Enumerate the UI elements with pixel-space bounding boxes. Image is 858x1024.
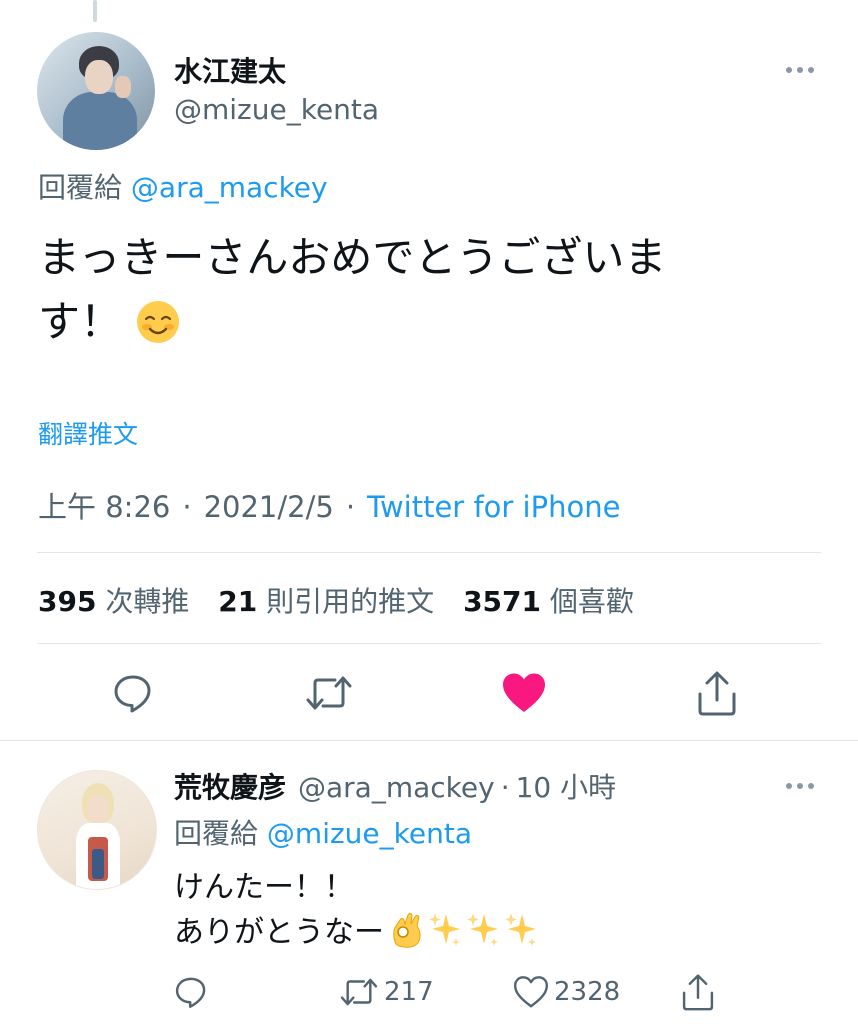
meta-separator: · bbox=[182, 490, 192, 524]
retweet-icon bbox=[340, 978, 378, 1006]
reply-action-bar: 217 2328 bbox=[0, 970, 858, 1014]
likes-stat[interactable]: 3571 個喜歡 bbox=[463, 585, 634, 618]
reply-body: けんたー！！ ありがとうなー bbox=[174, 866, 538, 955]
retweets-stat[interactable]: 395 次轉推 bbox=[38, 585, 189, 618]
tweet-date: 2021/2/5 bbox=[203, 490, 334, 524]
more-dots-icon bbox=[786, 67, 814, 73]
reply-like-button[interactable]: 2328 bbox=[512, 970, 620, 1014]
more-options-button[interactable] bbox=[782, 52, 818, 88]
heart-filled-icon bbox=[503, 673, 545, 712]
tweet-time: 上午 8:26 bbox=[38, 490, 171, 524]
reply-author-handle[interactable]: @ara_mackey bbox=[298, 771, 495, 804]
likes-count: 3571 bbox=[463, 585, 542, 618]
reply-like-count: 2328 bbox=[554, 977, 621, 1007]
reply-more-options-button[interactable] bbox=[782, 768, 818, 804]
divider bbox=[37, 552, 821, 553]
reply-timestamp[interactable]: 10 小時 bbox=[516, 771, 617, 804]
reply-prefix: 回覆給 bbox=[38, 171, 123, 204]
reply-icon bbox=[114, 675, 151, 713]
like-button[interactable] bbox=[495, 664, 553, 722]
reply-share-button[interactable] bbox=[680, 970, 716, 1014]
thread-separator bbox=[0, 740, 858, 741]
retweet-button[interactable] bbox=[300, 664, 358, 722]
share-button[interactable] bbox=[688, 664, 746, 722]
translate-tweet-link[interactable]: 翻譯推文 bbox=[38, 415, 138, 451]
reply-header: 荒牧慶彦 @ara_mackey · 10 小時 bbox=[174, 766, 616, 806]
thread-connector-line bbox=[93, 0, 97, 22]
reply-emojis bbox=[390, 910, 538, 948]
tweet-body: まっきーさんおめでとうございま す！ bbox=[38, 226, 818, 354]
meta-separator: · bbox=[345, 490, 356, 524]
reply-author-avatar[interactable] bbox=[37, 770, 157, 890]
sparkles-icon bbox=[467, 913, 498, 946]
retweets-count: 395 bbox=[38, 585, 97, 618]
reply-retweet-button[interactable]: 217 bbox=[338, 970, 434, 1014]
share-icon bbox=[698, 671, 736, 716]
reply-reply-button[interactable] bbox=[173, 970, 209, 1014]
ok-hand-icon bbox=[393, 913, 421, 948]
replying-to: 回覆給 @ara_mackey bbox=[38, 166, 328, 206]
heart-outline-icon bbox=[513, 976, 549, 1008]
reply-author-display-name[interactable]: 荒牧慶彦 bbox=[174, 771, 286, 804]
header-separator: · bbox=[500, 771, 510, 804]
reply-retweet-count: 217 bbox=[384, 977, 434, 1007]
author-handle[interactable]: @mizue_kenta bbox=[174, 93, 379, 126]
tweet-action-bar bbox=[0, 664, 858, 722]
reply-to-mention-link[interactable]: @ara_mackey bbox=[131, 171, 328, 204]
smiling-face-icon bbox=[137, 301, 180, 343]
reply-replying-to: 回覆給 @mizue_kenta bbox=[174, 812, 472, 852]
quotes-stat[interactable]: 21 則引用的推文 bbox=[218, 585, 434, 618]
sparkles-icon bbox=[429, 913, 460, 946]
reply-icon bbox=[175, 977, 206, 1008]
tweet-text-line-2: す！ bbox=[38, 297, 123, 346]
retweet-icon bbox=[306, 676, 352, 710]
reply-text-line-1: けんたー！！ bbox=[174, 870, 354, 905]
tweet-metadata: 上午 8:26 · 2021/2/5 · Twitter for iPhone bbox=[38, 484, 620, 526]
share-icon bbox=[682, 974, 714, 1011]
retweets-label: 次轉推 bbox=[105, 585, 190, 618]
author-avatar[interactable] bbox=[37, 32, 155, 150]
sparkles-icon bbox=[505, 913, 536, 946]
likes-label: 個喜歡 bbox=[549, 585, 634, 618]
author-display-name[interactable]: 水江建太 bbox=[174, 50, 286, 90]
reply-button[interactable] bbox=[104, 664, 162, 722]
tweet-source-link[interactable]: Twitter for iPhone bbox=[367, 490, 620, 524]
tweet-detail-page: 水江建太 @mizue_kenta 回覆給 @ara_mackey まっきーさん… bbox=[0, 0, 858, 1024]
reply-prefix: 回覆給 bbox=[174, 817, 259, 850]
more-dots-icon bbox=[786, 783, 814, 789]
engagement-stats: 395 次轉推 21 則引用的推文 3571 個喜歡 bbox=[38, 580, 654, 620]
reply-to-mention-link[interactable]: @mizue_kenta bbox=[267, 817, 472, 850]
quotes-label: 則引用的推文 bbox=[266, 585, 435, 618]
divider bbox=[37, 643, 821, 644]
quotes-count: 21 bbox=[218, 585, 258, 618]
tweet-text-line-1: まっきーさんおめでとうございま bbox=[38, 233, 667, 282]
reply-text-line-2: ありがとうなー bbox=[174, 915, 384, 950]
